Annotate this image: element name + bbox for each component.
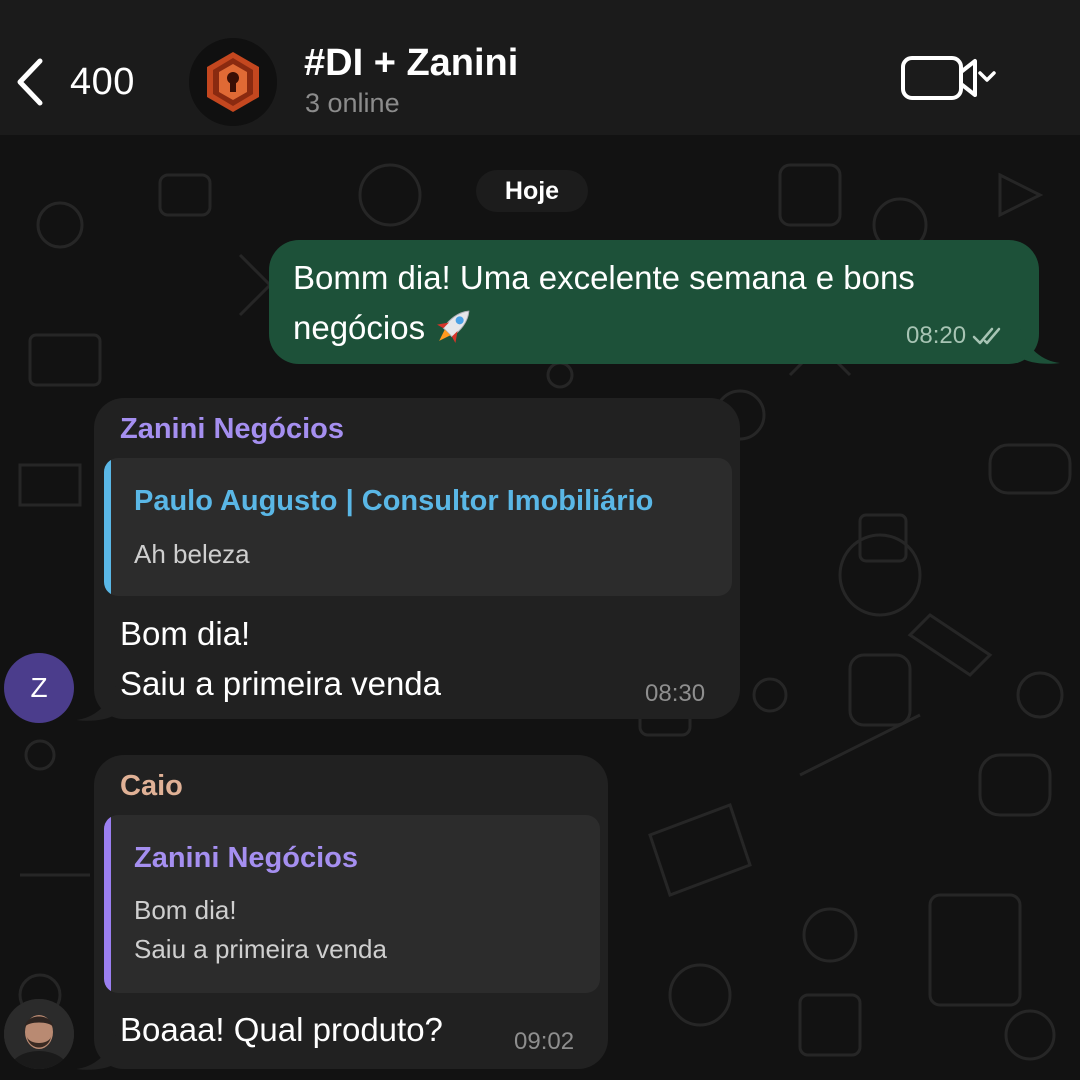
chat-title[interactable]: #DI + Zanini bbox=[304, 42, 518, 85]
bubble-tail bbox=[76, 686, 116, 721]
message-time: 09:02 bbox=[514, 1028, 575, 1055]
group-avatar[interactable] bbox=[189, 38, 277, 126]
unread-count: 400 bbox=[70, 60, 135, 103]
sender-name[interactable]: Zanini Negócios bbox=[120, 413, 344, 446]
avatar[interactable]: Z bbox=[4, 653, 74, 723]
message-time: 08:30 bbox=[645, 680, 706, 707]
date-divider: Hoje bbox=[476, 170, 588, 212]
message-time: 08:20 bbox=[906, 322, 967, 349]
back-button[interactable]: 400 bbox=[12, 52, 135, 112]
video-camera-icon bbox=[901, 56, 977, 100]
bubble-tail bbox=[76, 1035, 116, 1070]
group-logo-icon bbox=[189, 38, 277, 126]
outgoing-message-meta: 08:20 bbox=[906, 322, 1006, 350]
chat-header: 400 #DI + Zanini 3 online bbox=[0, 0, 1080, 135]
online-status: 3 online bbox=[305, 88, 400, 118]
chat-area[interactable]: Hoje Bomm dia! Uma excelente semana e bo… bbox=[0, 135, 1080, 1080]
reply-bar bbox=[104, 815, 111, 993]
reply-preview[interactable]: Paulo Augusto | Consultor Imobiliário Ah… bbox=[104, 458, 732, 596]
message-text-line: Saiu a primeira venda bbox=[120, 665, 442, 702]
avatar[interactable] bbox=[4, 999, 74, 1069]
person-photo-icon bbox=[4, 999, 74, 1069]
reply-text: Saiu a primeira venda bbox=[134, 934, 387, 964]
message-text-line: Boaaa! Qual produto? bbox=[120, 1011, 443, 1048]
video-call-button[interactable] bbox=[900, 52, 1000, 104]
sender-name[interactable]: Caio bbox=[120, 770, 183, 803]
double-check-icon bbox=[972, 327, 1001, 345]
reply-preview[interactable]: Zanini Negócios Bom dia! Saiu a primeira… bbox=[104, 815, 600, 993]
reply-text: Ah beleza bbox=[134, 539, 250, 569]
reply-author: Zanini Negócios bbox=[134, 842, 358, 874]
reply-text: Bom dia! bbox=[134, 895, 237, 925]
reply-bar bbox=[104, 458, 111, 596]
chevron-down-icon bbox=[978, 71, 996, 82]
rocket-emoji bbox=[437, 310, 470, 344]
back-chevron-icon bbox=[17, 58, 43, 106]
bubble-tail bbox=[1020, 329, 1060, 364]
reply-author: Paulo Augusto | Consultor Imobiliário bbox=[134, 485, 654, 517]
message-text-line: Bom dia! bbox=[120, 615, 251, 652]
